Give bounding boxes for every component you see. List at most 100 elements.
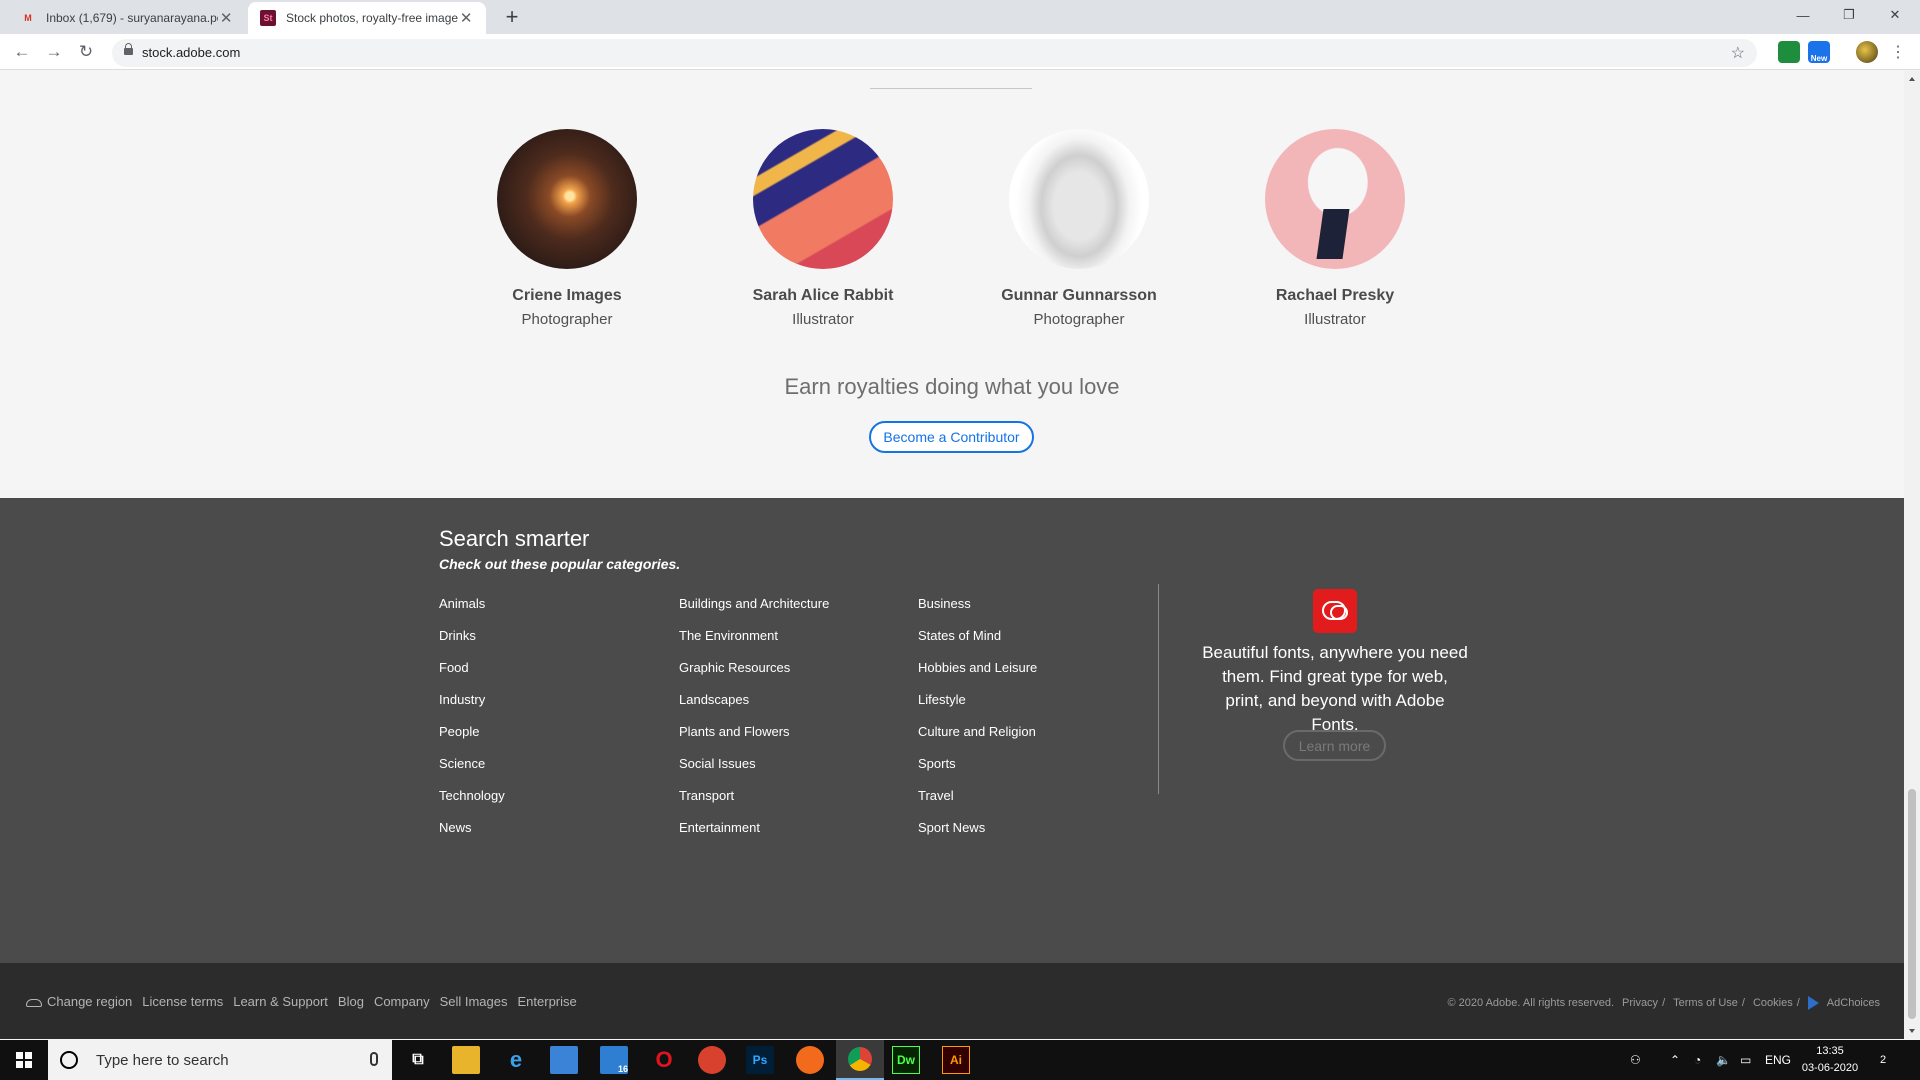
bottom-legal-bar: Change region License terms Learn & Supp…: [0, 963, 1904, 1039]
restore-icon[interactable]: ❐: [1826, 0, 1872, 30]
page-scrollbar[interactable]: [1904, 71, 1920, 1039]
show-hidden-icons[interactable]: ⌃: [1670, 1040, 1680, 1080]
sell-images-link[interactable]: Sell Images: [440, 994, 508, 1009]
illustrator-icon[interactable]: Ai: [942, 1046, 970, 1074]
tab-adobe-stock[interactable]: St Stock photos, royalty-free image ✕: [248, 2, 486, 34]
category-link[interactable]: Business: [918, 588, 1148, 620]
blog-link[interactable]: Blog: [338, 994, 364, 1009]
url-text: stock.adobe.com: [142, 45, 241, 60]
artist-card[interactable]: Rachael Presky Illustrator: [1205, 129, 1465, 328]
category-link[interactable]: Landscapes: [679, 684, 909, 716]
forward-icon[interactable]: →: [42, 40, 66, 64]
store-icon[interactable]: [550, 1046, 578, 1074]
extension-new-icon[interactable]: New: [1808, 41, 1830, 63]
edge-icon[interactable]: e: [502, 1046, 530, 1074]
category-link[interactable]: Sports: [918, 748, 1148, 780]
artist-photo[interactable]: [497, 129, 637, 269]
menu-kebab-icon[interactable]: ⋮: [1890, 42, 1906, 62]
network-icon[interactable]: ◔: [1694, 1040, 1701, 1080]
change-region-link[interactable]: Change region: [47, 994, 132, 1009]
category-link[interactable]: People: [439, 716, 669, 748]
category-link[interactable]: The Environment: [679, 620, 909, 652]
language-indicator[interactable]: ENG: [1765, 1040, 1791, 1080]
category-link[interactable]: Technology: [439, 780, 669, 812]
clock-date: 03-06-2020: [1801, 1062, 1859, 1074]
category-column: Animals Drinks Food Industry People Scie…: [439, 588, 669, 844]
bookmark-star-icon[interactable]: ☆: [1731, 43, 1745, 63]
privacy-link[interactable]: Privacy: [1622, 997, 1658, 1009]
scroll-down-icon[interactable]: [1909, 1029, 1915, 1033]
category-link[interactable]: Animals: [439, 588, 669, 620]
category-link[interactable]: Transport: [679, 780, 909, 812]
minimize-icon[interactable]: —: [1780, 0, 1826, 30]
opera-icon[interactable]: O: [650, 1046, 678, 1074]
xampp-icon[interactable]: [796, 1046, 824, 1074]
start-button[interactable]: [0, 1040, 48, 1080]
battery-icon[interactable]: ▭: [1740, 1040, 1751, 1080]
windows-logo-icon: [16, 1052, 32, 1068]
mail-icon[interactable]: 16: [600, 1046, 628, 1074]
category-link[interactable]: Hobbies and Leisure: [918, 652, 1148, 684]
category-link[interactable]: Lifestyle: [918, 684, 1148, 716]
artist-card[interactable]: Gunnar Gunnarsson Photographer: [949, 129, 1209, 328]
notification-center-icon[interactable]: 2: [1880, 1040, 1886, 1080]
category-link[interactable]: News: [439, 812, 669, 844]
region-icon: [26, 997, 42, 1007]
learn-support-link[interactable]: Learn & Support: [233, 994, 328, 1009]
cookies-link[interactable]: Cookies: [1753, 997, 1793, 1009]
photoshop-icon[interactable]: Ps: [746, 1046, 774, 1074]
category-link[interactable]: Science: [439, 748, 669, 780]
file-explorer-icon[interactable]: [452, 1046, 480, 1074]
category-link[interactable]: Buildings and Architecture: [679, 588, 909, 620]
terms-of-use-link[interactable]: Terms of Use: [1673, 997, 1738, 1009]
artist-photo[interactable]: [753, 129, 893, 269]
microphone-icon[interactable]: [370, 1052, 378, 1066]
close-tab-icon[interactable]: ✕: [218, 9, 234, 27]
scrollbar-thumb[interactable]: [1908, 789, 1916, 1019]
adchoices-icon[interactable]: [1807, 996, 1819, 1010]
enterprise-link[interactable]: Enterprise: [518, 994, 577, 1009]
dreamweaver-icon[interactable]: Dw: [892, 1046, 920, 1074]
category-link[interactable]: Plants and Flowers: [679, 716, 909, 748]
close-window-icon[interactable]: ✕: [1872, 0, 1918, 30]
artist-card[interactable]: Criene Images Photographer: [437, 129, 697, 328]
system-clock[interactable]: 13:35 03-06-2020: [1795, 1043, 1865, 1077]
category-link[interactable]: Graphic Resources: [679, 652, 909, 684]
category-link[interactable]: Industry: [439, 684, 669, 716]
new-tab-button[interactable]: +: [498, 4, 526, 30]
category-link[interactable]: Culture and Religion: [918, 716, 1148, 748]
category-link[interactable]: Entertainment: [679, 812, 909, 844]
volume-icon[interactable]: 🔈: [1716, 1040, 1731, 1080]
taskbar-search[interactable]: Type here to search: [48, 1040, 392, 1080]
category-link[interactable]: Sport News: [918, 812, 1148, 844]
people-icon[interactable]: ⚇: [1630, 1040, 1641, 1080]
chrome-taskbar-button[interactable]: [836, 1040, 884, 1080]
back-icon[interactable]: ←: [10, 40, 34, 64]
artist-photo[interactable]: [1009, 129, 1149, 269]
chrome-icon: [848, 1047, 872, 1071]
artist-card[interactable]: Sarah Alice Rabbit Illustrator: [693, 129, 953, 328]
learn-more-button[interactable]: Learn more: [1283, 730, 1386, 761]
profile-avatar[interactable]: [1856, 41, 1878, 63]
lock-icon: [124, 43, 133, 57]
adchoices-link[interactable]: AdChoices: [1827, 997, 1880, 1009]
scroll-up-icon[interactable]: [1909, 77, 1915, 81]
reload-icon[interactable]: ↻: [74, 40, 98, 64]
category-link[interactable]: Travel: [918, 780, 1148, 812]
address-bar[interactable]: stock.adobe.com ☆: [112, 39, 1757, 67]
tab-gmail[interactable]: M Inbox (1,679) - suryanarayana.po ✕: [8, 2, 246, 34]
license-terms-link[interactable]: License terms: [142, 994, 223, 1009]
task-view-icon[interactable]: ⧉: [404, 1046, 432, 1074]
become-contributor-button[interactable]: Become a Contributor: [869, 421, 1034, 453]
artist-name: Sarah Alice Rabbit: [752, 287, 894, 304]
category-link[interactable]: Food: [439, 652, 669, 684]
close-tab-icon[interactable]: ✕: [458, 9, 474, 27]
category-column: Buildings and Architecture The Environme…: [679, 588, 909, 844]
extension-shield-icon[interactable]: [1778, 41, 1800, 63]
artist-photo[interactable]: [1265, 129, 1405, 269]
category-link[interactable]: States of Mind: [918, 620, 1148, 652]
app-icon[interactable]: [698, 1046, 726, 1074]
company-link[interactable]: Company: [374, 994, 430, 1009]
category-link[interactable]: Social Issues: [679, 748, 909, 780]
category-link[interactable]: Drinks: [439, 620, 669, 652]
